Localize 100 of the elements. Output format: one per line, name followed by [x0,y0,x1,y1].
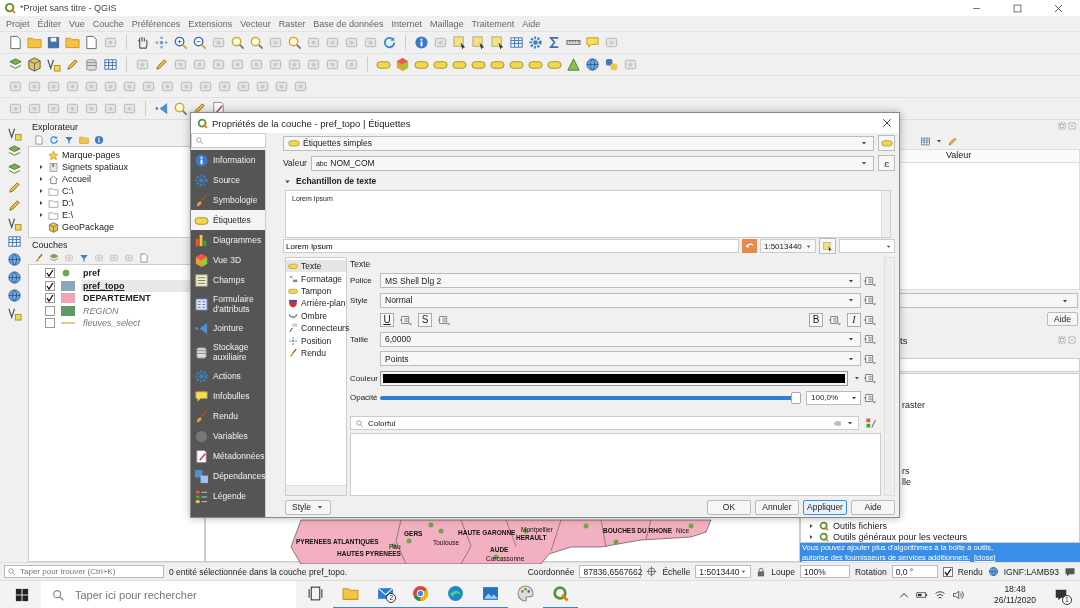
messages-icon[interactable] [1064,565,1076,578]
tree-item[interactable]: D:\ [62,198,74,208]
caret-down-icon[interactable] [935,137,943,145]
tree-item[interactable]: rs [902,465,910,476]
tool-icon[interactable] [325,57,340,72]
tree-item[interactable]: E:\ [62,210,73,220]
tool-icon[interactable] [122,79,137,94]
vector-icon[interactable] [46,57,61,72]
layer-checkbox[interactable] [45,268,55,279]
tree-item[interactable]: lle [902,476,911,487]
menu-item[interactable]: Base de données [313,18,384,29]
tool-icon[interactable] [124,252,134,263]
globe-icon[interactable] [987,566,999,577]
tool-icon[interactable] [306,35,321,50]
tool-icon[interactable] [198,79,213,94]
tool-icon[interactable] [103,79,118,94]
expand-arrow-icon[interactable] [37,199,45,207]
underline-button[interactable]: U [380,312,394,327]
sidebar-item[interactable]: Étiquettes [191,210,266,230]
layer-checkbox[interactable] [45,305,55,316]
expand-arrow-icon[interactable] [807,521,815,530]
tool-icon[interactable] [46,79,61,94]
tool-icon[interactable] [64,252,74,263]
tool-icon[interactable] [141,79,156,94]
scrollbar[interactable] [265,150,266,517]
tree-item[interactable]: Accueil [62,174,91,184]
style-manager-icon[interactable] [865,417,877,429]
style-dropdown[interactable]: Normal [380,292,861,308]
scale-dropdown[interactable]: 1:5013440 [760,239,816,253]
tool-icon[interactable] [27,79,42,94]
magnifier-field[interactable]: 100% [800,565,850,578]
float-icon[interactable] [1058,336,1066,344]
menu-item[interactable]: Préférences [131,18,181,29]
tool-icon[interactable] [65,101,80,116]
crs-button[interactable]: IGNF:LAMB93 [1003,566,1059,577]
layers-icon[interactable] [6,144,22,159]
python-icon[interactable] [604,57,619,72]
scrollbar[interactable] [881,191,890,237]
globe-icon[interactable] [6,270,22,285]
menu-item[interactable]: Couche [92,18,124,29]
close-icon[interactable] [1053,2,1064,14]
tool-icon[interactable] [103,101,118,116]
info-icon[interactable] [414,35,429,50]
strikeout-button[interactable]: S [418,312,432,327]
speech-bubble-icon[interactable] [585,35,600,50]
section-item[interactable]: Arrière-plan [286,297,346,310]
tree-item[interactable]: C:\ [62,186,74,196]
globe-icon[interactable] [585,57,600,72]
style-button[interactable]: Style [285,499,331,515]
table-icon[interactable] [920,135,931,147]
layers-icon[interactable] [6,162,22,177]
search-field[interactable]: Taper pour trouver (Ctrl+K) [4,565,164,578]
menu-item[interactable]: Vue [69,18,85,29]
tool-icon[interactable] [109,252,119,263]
tool-icon[interactable] [173,57,188,72]
tool-icon[interactable] [604,35,619,50]
crosshair-icon[interactable] [646,566,658,577]
tool-icon[interactable] [255,79,270,94]
select-icon[interactable] [452,35,467,50]
section-item[interactable]: Texte [286,260,346,273]
globe-icon[interactable] [6,288,22,303]
pencil-icon[interactable] [65,57,80,72]
tool-icon[interactable] [344,35,359,50]
search-field[interactable]: Colorful [350,416,859,430]
unit-dropdown[interactable]: Points [380,351,861,366]
size-spinbox[interactable]: 6,0000 [380,331,861,347]
dialog-button[interactable]: Appliquer [803,499,847,515]
folder-icon[interactable] [79,134,89,145]
magnifier-icon[interactable] [173,101,188,116]
pencil-icon[interactable] [6,180,22,195]
sidebar-item[interactable]: Actions [191,366,266,386]
tool-icon[interactable] [46,101,61,116]
scale-dropdown[interactable]: 1:5013440 [695,565,752,578]
help-button[interactable]: Aide [1047,312,1078,326]
tree-item[interactable]: Marque-pages [62,150,121,160]
filter-icon[interactable] [64,134,74,145]
scrollbar[interactable] [286,485,346,495]
data-defined-override-icon[interactable] [863,293,877,307]
menu-item[interactable]: Projet [6,18,30,29]
rules-button[interactable] [878,135,895,151]
gear-icon[interactable] [528,35,543,50]
data-defined-override-icon[interactable] [863,332,877,346]
section-item[interactable]: Position [286,334,346,347]
layer-checkbox[interactable] [45,293,55,304]
brush-icon[interactable] [34,252,44,263]
tool-icon[interactable] [363,35,378,50]
vector-icon[interactable] [6,306,22,321]
caret-icon[interactable] [853,374,861,382]
tool-icon[interactable] [249,57,264,72]
table-icon[interactable] [509,35,524,50]
expand-arrow-icon[interactable] [37,163,45,171]
globe-icon[interactable] [6,252,22,267]
expand-arrow-icon[interactable] [37,187,45,195]
tree-item[interactable]: Outils fichiers [833,520,887,531]
font-dropdown[interactable]: MS Shell Dlg 2 [380,273,861,288]
float-icon[interactable] [1058,122,1066,130]
sidebar-item[interactable]: Métadonnées [191,446,266,466]
start-icon[interactable] [15,587,29,602]
hand-icon[interactable] [135,35,150,50]
tool-icon[interactable] [122,101,137,116]
